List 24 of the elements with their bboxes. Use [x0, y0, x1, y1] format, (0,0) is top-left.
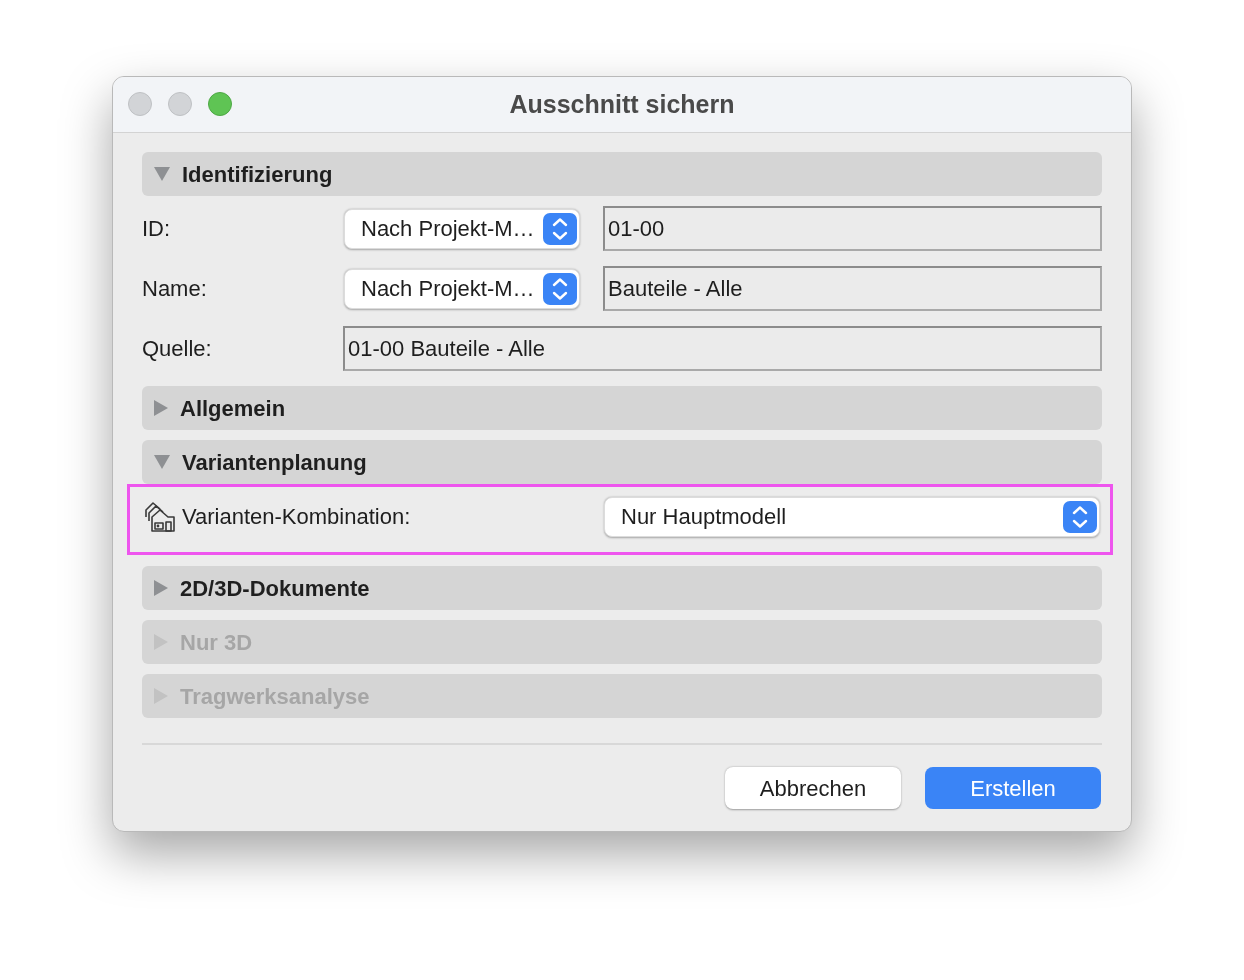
layered-house-icon — [144, 500, 176, 533]
popup-button[interactable]: Nur Hauptmodell — [604, 496, 1100, 537]
up-down-chevron-icon — [1063, 500, 1097, 533]
popup-button[interactable]: Nach Projekt-M… — [344, 208, 580, 249]
zoom-window-button[interactable] — [208, 92, 232, 116]
popup-button[interactable]: Nach Projekt-M… — [344, 268, 580, 309]
disclosure-header[interactable]: Allgemein — [142, 386, 1102, 430]
cancel-button[interactable]: Abbrechen — [725, 767, 901, 809]
text-field[interactable]: 01-00 Bauteile - Alle — [343, 326, 1102, 371]
close-window-button[interactable] — [128, 92, 152, 116]
disclosure-header[interactable]: 2D/3D-Dokumente — [142, 566, 1102, 610]
field-label: Varianten-Kombination: — [182, 503, 411, 531]
field-label: Name: — [142, 275, 207, 303]
field-label: Quelle: — [142, 335, 212, 363]
minimize-window-button[interactable] — [168, 92, 192, 116]
up-down-chevron-icon — [543, 272, 577, 305]
window-title: Ausschnitt sichern — [509, 92, 735, 117]
text-field[interactable]: 01-00 — [603, 206, 1102, 251]
up-down-chevron-icon — [543, 212, 577, 245]
disclosure-header[interactable]: Variantenplanung — [142, 440, 1102, 484]
field-label: ID: — [142, 215, 171, 243]
text-field[interactable]: Bauteile - Alle — [603, 266, 1102, 311]
create-button[interactable]: Erstellen — [925, 767, 1101, 809]
disclosure-header[interactable]: Identifizierung — [142, 152, 1102, 196]
